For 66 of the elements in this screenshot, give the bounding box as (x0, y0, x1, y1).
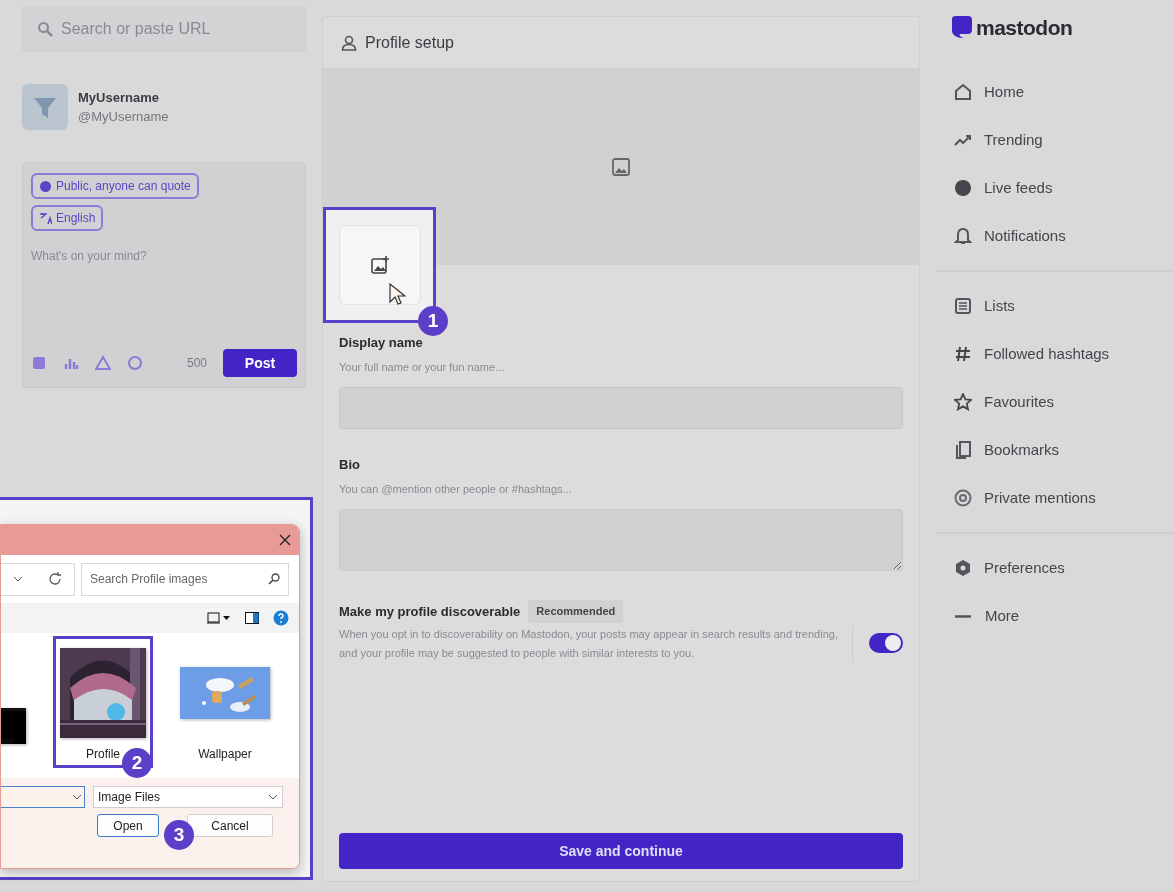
search-field[interactable]: Search Profile images (81, 562, 289, 596)
close-icon[interactable] (279, 534, 291, 546)
bookmark-icon (954, 441, 972, 459)
help-icon (273, 610, 289, 626)
star-icon (954, 393, 972, 411)
search-icon (268, 573, 280, 585)
character-count: 500 (186, 355, 207, 372)
address-bar[interactable] (1, 562, 75, 596)
nav-link[interactable]: Favourites (936, 378, 1174, 426)
person-icon (341, 34, 357, 51)
warning-icon[interactable] (95, 355, 111, 371)
file-item[interactable]: Wallpaper (173, 636, 277, 768)
search-placeholder: Search Profile images (90, 571, 208, 588)
visibility-button[interactable]: Public, anyone can quote (31, 173, 199, 199)
post-button[interactable]: Post (223, 349, 297, 377)
cursor-icon (387, 282, 406, 306)
open-button[interactable]: Open (97, 814, 159, 837)
avatar-upload[interactable] (338, 225, 421, 305)
nav-link[interactable]: More (936, 592, 1174, 640)
language-button[interactable]: English (31, 205, 104, 231)
field-label: Bio (339, 456, 361, 474)
preview-pane-icon (245, 612, 259, 624)
chevron-down-icon (13, 576, 24, 582)
field-hint: You can @mention other people or #hashtags... (339, 481, 573, 497)
chevron-down-icon (72, 794, 82, 800)
view-icon (207, 612, 231, 624)
file-name-field[interactable] (1, 786, 85, 808)
account-handle: @MyUsername (78, 108, 169, 126)
image-icon[interactable] (31, 355, 47, 371)
search-icon (37, 21, 53, 37)
nav-link[interactable]: Followed hashtags (936, 330, 1174, 378)
nav-link[interactable]: Home (936, 68, 1174, 116)
list-icon (954, 297, 972, 315)
toggle-switch[interactable] (869, 632, 903, 653)
card-title: Profile setup (365, 32, 454, 53)
emoji-icon[interactable] (127, 355, 143, 371)
cancel-button[interactable]: Cancel (187, 814, 273, 837)
account-name: MyUsername (78, 88, 160, 107)
field-label: Make my profile discoverable (339, 602, 521, 621)
field-label: Display name (339, 334, 424, 352)
nav-link[interactable]: Preferences (936, 544, 1174, 592)
nav-link[interactable]: Notifications (936, 212, 1174, 260)
field-hint: Your full name or your fun name... (339, 359, 506, 375)
refresh-icon (47, 572, 62, 586)
nav-link[interactable]: Bookmarks (936, 426, 1174, 474)
nav-link[interactable]: Live feeds (936, 164, 1174, 212)
dash-icon (955, 614, 971, 618)
field-description: When you opt in to discoverability on Mastodon, your posts may appear in search results and trending, and your profile may be suggested to people with similar interests to you. (339, 624, 853, 663)
search-placeholder: Search or paste URL (61, 19, 211, 39)
bell-icon (954, 227, 972, 245)
settings-icon (954, 559, 972, 577)
file-type-dropdown[interactable]: Image Files (93, 786, 283, 808)
hashtag-icon (954, 345, 972, 363)
logo-text: mastodon (976, 15, 1073, 42)
home-icon (954, 83, 972, 101)
recommended-tag: Recommended (528, 600, 624, 623)
translate-icon (39, 211, 52, 225)
nav-link[interactable]: Lists (936, 282, 1174, 330)
nav-link[interactable]: Trending (936, 116, 1174, 164)
chevron-down-icon (268, 794, 278, 800)
bio-field[interactable] (339, 509, 903, 571)
image-add-icon (369, 255, 390, 275)
logo-icon (950, 15, 974, 41)
image-icon (611, 157, 631, 177)
nav-link[interactable]: Private mentions (936, 474, 1174, 522)
save-button[interactable]: Save and continue (339, 833, 903, 869)
